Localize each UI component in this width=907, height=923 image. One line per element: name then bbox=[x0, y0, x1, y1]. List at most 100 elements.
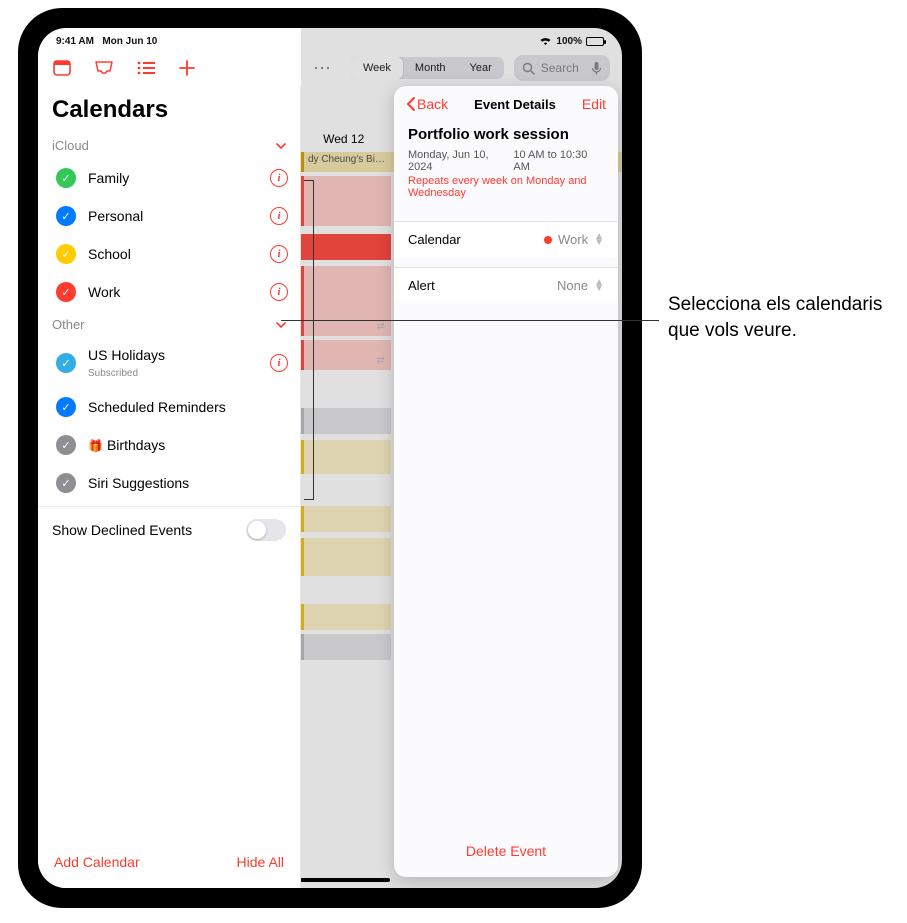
add-icon[interactable] bbox=[178, 59, 196, 77]
sidebar-footer: Add Calendar Hide All bbox=[38, 840, 300, 888]
delete-event-button[interactable]: Delete Event bbox=[394, 303, 618, 877]
battery-icon bbox=[586, 37, 604, 46]
calendar-label: Scheduled Reminders bbox=[88, 399, 226, 415]
event-block[interactable]: ⇄ bbox=[301, 266, 391, 336]
repeat-icon: ⇄ bbox=[377, 321, 385, 332]
calendars-sidebar: Calendars iCloud ✓ Family i ✓ Personal i… bbox=[38, 86, 301, 888]
ipad-frame: 9:41 AM Mon Jun 10 100% bbox=[18, 8, 642, 908]
search-input[interactable]: Search bbox=[514, 55, 610, 81]
gift-icon: 🎁 bbox=[88, 439, 103, 453]
calendar-item-work[interactable]: ✓ Work i bbox=[38, 273, 300, 311]
back-button[interactable]: Back bbox=[406, 96, 448, 112]
view-segmented[interactable]: Week Month Year bbox=[351, 57, 504, 79]
event-date: Monday, Jun 10, 2024 bbox=[408, 149, 513, 173]
calendar-item-school[interactable]: ✓ School i bbox=[38, 235, 300, 273]
alert-row-value: None ▲▼ bbox=[557, 278, 604, 293]
segment-year[interactable]: Year bbox=[458, 57, 504, 79]
toolbar-right: ⋯ Week Month Year Search bbox=[301, 55, 622, 81]
checkmark-icon[interactable]: ✓ bbox=[56, 397, 76, 417]
calendar-item-family[interactable]: ✓ Family i bbox=[38, 159, 300, 197]
info-icon[interactable]: i bbox=[270, 207, 288, 225]
calendar-item-reminders[interactable]: ✓ Scheduled Reminders bbox=[38, 388, 300, 426]
checkmark-icon[interactable]: ✓ bbox=[56, 353, 76, 373]
event-block[interactable] bbox=[301, 634, 391, 660]
calendar-label: Personal bbox=[88, 208, 143, 224]
calendar-row-label: Calendar bbox=[408, 232, 461, 247]
event-block[interactable] bbox=[301, 176, 391, 226]
status-left: 9:41 AM Mon Jun 10 bbox=[56, 36, 157, 47]
checkmark-icon[interactable]: ✓ bbox=[56, 282, 76, 302]
checkmark-icon[interactable]: ✓ bbox=[56, 168, 76, 188]
segment-month[interactable]: Month bbox=[403, 57, 458, 79]
event-detail-popover: Back Event Details Edit Portfolio work s… bbox=[394, 86, 618, 877]
calendar-label: US Holidays Subscribed bbox=[88, 347, 165, 379]
toolbar-left bbox=[38, 58, 301, 78]
popover-header: Back Event Details Edit bbox=[394, 86, 618, 122]
event-block[interactable] bbox=[301, 506, 391, 532]
info-icon[interactable]: i bbox=[270, 245, 288, 263]
more-icon[interactable]: ⋯ bbox=[313, 58, 333, 79]
updown-icon: ▲▼ bbox=[594, 280, 604, 292]
calendar-label: Work bbox=[88, 284, 120, 300]
mic-icon[interactable] bbox=[591, 61, 602, 75]
repeat-icon: ⇄ bbox=[377, 355, 385, 366]
event-block[interactable] bbox=[301, 408, 391, 434]
checkmark-icon[interactable]: ✓ bbox=[56, 473, 76, 493]
calendar-item-usholidays[interactable]: ✓ US Holidays Subscribed i bbox=[38, 338, 300, 388]
wifi-icon bbox=[539, 36, 552, 46]
dot-icon bbox=[544, 236, 552, 244]
section-header-other[interactable]: Other bbox=[38, 311, 300, 338]
screen: 9:41 AM Mon Jun 10 100% bbox=[38, 28, 622, 888]
status-right: 100% bbox=[539, 36, 604, 47]
updown-icon: ▲▼ bbox=[594, 234, 604, 246]
callout-line bbox=[281, 320, 659, 321]
status-bar: 9:41 AM Mon Jun 10 100% bbox=[38, 28, 622, 50]
calendar-row-value: Work ▲▼ bbox=[544, 232, 604, 247]
alert-row[interactable]: Alert None ▲▼ bbox=[394, 267, 618, 303]
info-icon[interactable]: i bbox=[270, 169, 288, 187]
callout-text: Selecciona els calendaris que vols veure… bbox=[668, 292, 888, 343]
calendar-item-siri[interactable]: ✓ Siri Suggestions bbox=[38, 464, 300, 502]
subscribed-label: Subscribed bbox=[88, 368, 138, 379]
calendar-app-icon[interactable] bbox=[52, 58, 72, 78]
battery-pct: 100% bbox=[556, 36, 582, 47]
event-block[interactable] bbox=[301, 538, 391, 576]
add-calendar-button[interactable]: Add Calendar bbox=[54, 854, 140, 870]
weekday-wed[interactable]: Wed 12 bbox=[323, 132, 364, 146]
checkmark-icon[interactable]: ✓ bbox=[56, 206, 76, 226]
event-block-selected[interactable] bbox=[301, 234, 391, 260]
calendar-row[interactable]: Calendar Work ▲▼ bbox=[394, 221, 618, 257]
calendar-item-personal[interactable]: ✓ Personal i bbox=[38, 197, 300, 235]
segment-week[interactable]: Week bbox=[351, 57, 403, 79]
info-icon[interactable]: i bbox=[270, 354, 288, 372]
status-date: Mon Jun 10 bbox=[102, 36, 157, 47]
section-label: iCloud bbox=[52, 138, 89, 153]
status-time: 9:41 AM bbox=[56, 36, 94, 47]
chevron-down-icon bbox=[276, 320, 286, 330]
event-datetime: Monday, Jun 10, 2024 10 AM to 10:30 AM bbox=[408, 149, 604, 173]
checkmark-icon[interactable]: ✓ bbox=[56, 435, 76, 455]
list-icon[interactable] bbox=[136, 60, 156, 76]
event-block[interactable] bbox=[301, 604, 391, 630]
calendar-label: Family bbox=[88, 170, 129, 186]
toolbar: ⋯ Week Month Year Search bbox=[38, 50, 622, 86]
info-icon[interactable]: i bbox=[270, 283, 288, 301]
event-block[interactable] bbox=[301, 440, 391, 474]
search-icon bbox=[522, 62, 535, 75]
alert-row-label: Alert bbox=[408, 278, 435, 293]
callout-bracket bbox=[304, 180, 314, 500]
event-title: Portfolio work session bbox=[408, 122, 604, 149]
calendar-item-birthdays[interactable]: ✓ 🎁Birthdays bbox=[38, 426, 300, 464]
event-block[interactable]: ⇄ bbox=[301, 340, 391, 370]
section-header-icloud[interactable]: iCloud bbox=[38, 132, 300, 159]
popover-body: Portfolio work session Monday, Jun 10, 2… bbox=[394, 122, 618, 211]
popover-title: Event Details bbox=[474, 97, 556, 112]
inbox-icon[interactable] bbox=[94, 60, 114, 76]
event-time: 10 AM to 10:30 AM bbox=[513, 149, 604, 173]
search-placeholder: Search bbox=[541, 61, 579, 75]
hide-all-button[interactable]: Hide All bbox=[237, 854, 284, 870]
calendar-label: Siri Suggestions bbox=[88, 475, 189, 491]
checkmark-icon[interactable]: ✓ bbox=[56, 244, 76, 264]
show-declined-toggle[interactable] bbox=[246, 519, 286, 541]
edit-button[interactable]: Edit bbox=[582, 96, 606, 112]
